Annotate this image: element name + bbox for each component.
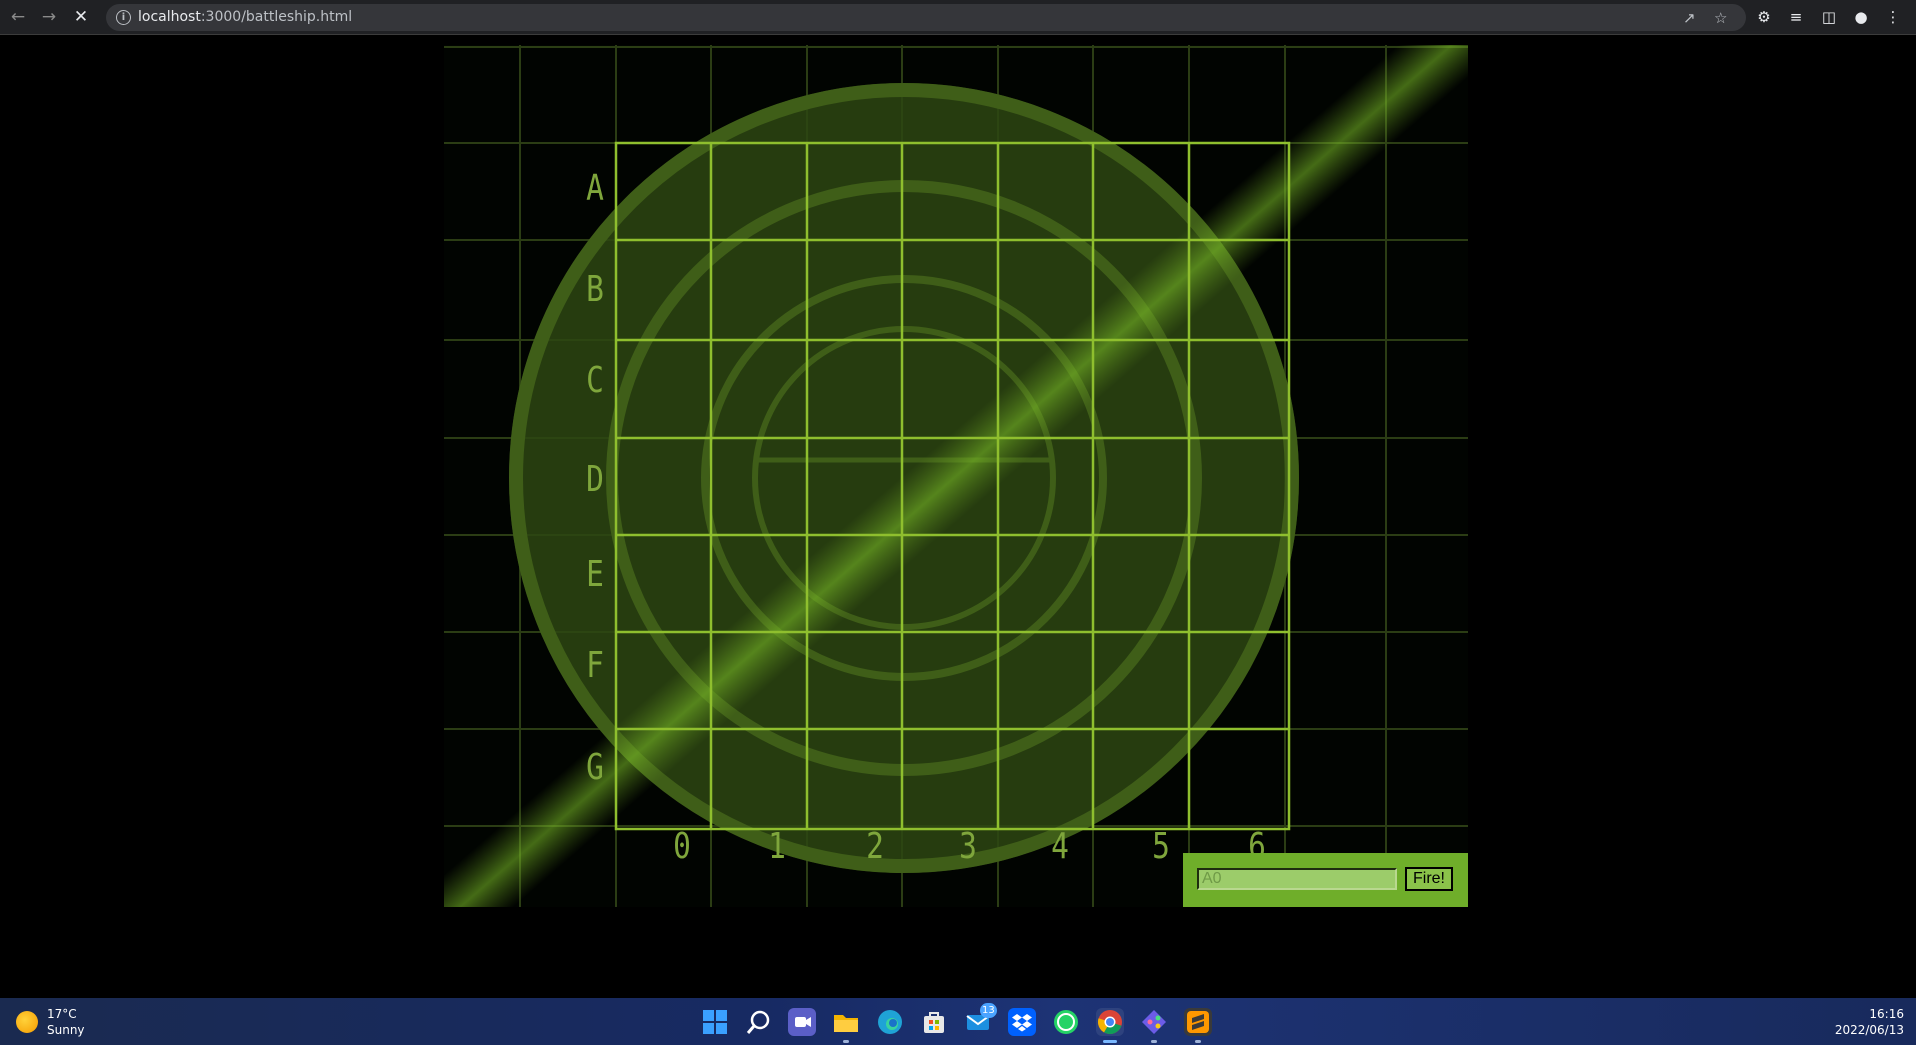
browser-toolbar: ← → ✕ i localhost:3000/battleship.html ↗… <box>0 0 1916 35</box>
running-indicator <box>1195 1040 1201 1043</box>
edge-browser-icon[interactable] <box>876 1008 904 1036</box>
row-label-a: A <box>586 168 604 209</box>
running-indicator <box>1151 1040 1157 1043</box>
profile-icon[interactable]: ● <box>1851 7 1871 27</box>
chrome-browser-icon[interactable] <box>1096 1008 1124 1043</box>
page-viewport: A B C D E F G 0 1 2 3 4 5 6 Fire! <box>0 36 1916 998</box>
side-panel-icon[interactable]: ◫ <box>1819 7 1839 27</box>
active-indicator <box>1103 1040 1117 1043</box>
sun-icon <box>16 1011 38 1033</box>
clock-time: 16:16 <box>1869 1007 1904 1021</box>
whatsapp-icon[interactable] <box>1052 1008 1080 1036</box>
guess-input[interactable] <box>1197 868 1397 890</box>
forward-arrow-icon[interactable]: → <box>38 6 60 28</box>
col-label-0: 0 <box>673 826 691 867</box>
weather-condition: Sunny <box>47 1023 85 1037</box>
site-info-icon[interactable]: i <box>116 10 131 25</box>
sublime-text-icon[interactable] <box>1184 1008 1212 1043</box>
bookmark-star-icon[interactable]: ☆ <box>1714 9 1727 27</box>
row-label-c: C <box>586 360 604 401</box>
file-explorer-icon[interactable] <box>832 1008 860 1043</box>
extensions-icon[interactable]: ⚙ <box>1754 7 1774 27</box>
col-label-1: 1 <box>768 826 786 867</box>
dropbox-icon[interactable] <box>1008 1008 1036 1036</box>
git-client-icon[interactable] <box>1140 1008 1168 1043</box>
share-icon[interactable]: ↗ <box>1683 9 1696 27</box>
running-indicator <box>843 1040 849 1043</box>
address-bar[interactable]: i localhost:3000/battleship.html ↗ ☆ <box>106 4 1746 31</box>
url-text[interactable]: localhost:3000/battleship.html <box>138 8 352 27</box>
back-arrow-icon[interactable]: ← <box>7 6 29 28</box>
row-label-d: D <box>586 459 604 500</box>
mail-icon[interactable]: 13 <box>964 1003 997 1036</box>
menu-kebab-icon[interactable]: ⋮ <box>1883 7 1903 27</box>
reading-list-icon[interactable]: ≡ <box>1786 7 1806 27</box>
battleship-radar: A B C D E F G 0 1 2 3 4 5 6 Fire! <box>444 45 1468 907</box>
row-label-b: B <box>586 269 604 310</box>
row-label-f: F <box>586 645 604 686</box>
fire-button[interactable]: Fire! <box>1405 867 1453 891</box>
row-label-g: G <box>586 747 604 788</box>
taskbar: 17°C Sunny 13 16:16 2022/06/13 <box>0 998 1916 1045</box>
search-icon[interactable] <box>745 1008 773 1036</box>
teams-chat-icon[interactable] <box>788 1008 816 1036</box>
col-label-2: 2 <box>866 826 884 867</box>
clock-date: 2022/06/13 <box>1834 1023 1904 1037</box>
col-label-5: 5 <box>1152 826 1170 867</box>
row-label-e: E <box>586 554 604 595</box>
fire-form: Fire! <box>1183 853 1468 907</box>
stop-loading-icon[interactable]: ✕ <box>70 6 92 28</box>
system-clock[interactable]: 16:16 2022/06/13 <box>1835 1006 1904 1038</box>
col-label-3: 3 <box>959 826 977 867</box>
microsoft-store-icon[interactable] <box>920 1008 948 1036</box>
weather-temperature: 17°C <box>47 1007 77 1021</box>
windows-start-icon[interactable] <box>701 1008 729 1036</box>
mail-unread-badge: 13 <box>980 1003 997 1018</box>
col-label-4: 4 <box>1051 826 1069 867</box>
